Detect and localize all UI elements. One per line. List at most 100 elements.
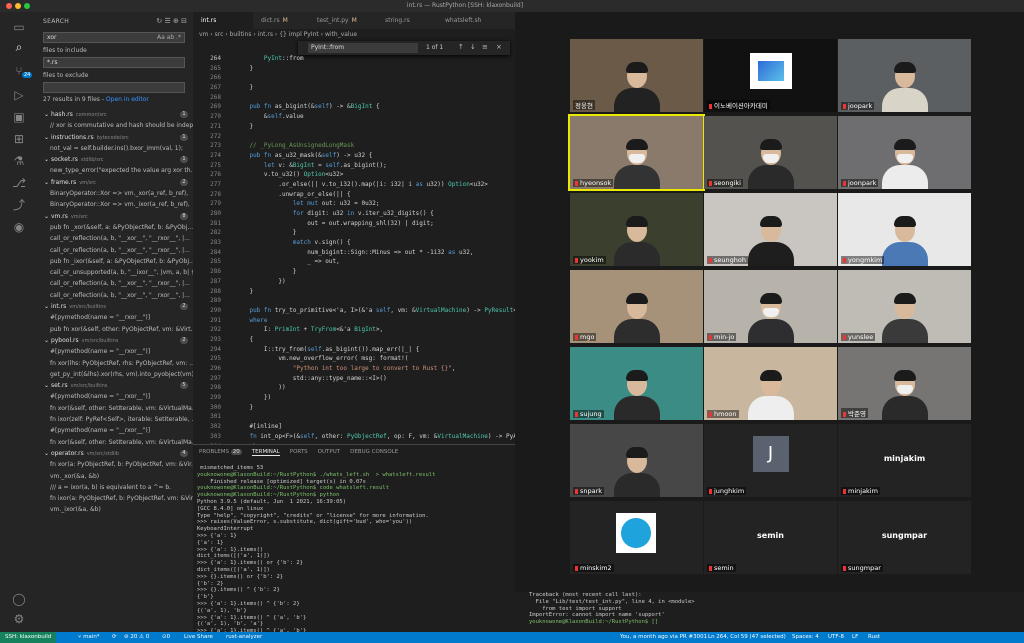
rust-analyzer-status[interactable]: rust-analyzer	[226, 632, 262, 643]
participant-tile[interactable]: joopark	[838, 39, 971, 112]
participant-tile[interactable]: hyeonsok	[568, 114, 705, 191]
participant-tile[interactable]: 정웅현	[570, 39, 703, 112]
result-file[interactable]: ⌄ int.rs vm/src/builtins 2	[38, 301, 193, 312]
participant-tile[interactable]: sungmpar sungmpar	[838, 501, 971, 574]
close-find-icon[interactable]: ×	[496, 43, 502, 51]
result-match[interactable]: call_or_reflection(a, b, "__xor__", "__r…	[38, 290, 193, 301]
settings-gear-icon[interactable]: ⚙	[12, 612, 26, 626]
result-match[interactable]: BinaryOperator::Xor => vm._xor(a_ref, b_…	[38, 188, 193, 199]
result-match[interactable]: fn ixor(zelf: PyRef<Self>, iterable: Set…	[38, 414, 193, 425]
files-to-include-input[interactable]: *.rs	[43, 57, 185, 68]
editor-tab[interactable]: string.rs	[377, 12, 437, 29]
terminal-output[interactable]: mismatched_items 53 youknowone@KlaxonBuil…	[193, 465, 515, 632]
remote-explorer-icon[interactable]: ▣	[12, 110, 26, 124]
line-ending[interactable]: LF	[852, 632, 858, 643]
participant-tile[interactable]: snpark	[570, 424, 703, 497]
next-match-icon[interactable]: ↓	[470, 43, 476, 51]
result-file[interactable]: ⌄ pybool.rs vm/src/builtins 2	[38, 335, 193, 346]
search-icon[interactable]: ⌕	[12, 40, 26, 54]
code-view[interactable]: 264 PyInt::from 265 } 266 267 } 268 269 pub …	[193, 54, 515, 444]
participant-tile[interactable]: min-jo	[704, 270, 837, 343]
result-file[interactable]: ⌄ socket.rs stdlib/src 1	[38, 154, 193, 165]
live-share-icon[interactable]: ⤴	[12, 198, 26, 212]
editor-tab[interactable]: whatsleft.sh	[437, 12, 515, 29]
participant-tile[interactable]: minjakim minjakim	[838, 424, 971, 497]
result-match[interactable]: new_type_error("expected the value arg x…	[38, 165, 193, 176]
participant-tile[interactable]: minskim2	[570, 501, 703, 574]
participant-tile[interactable]: semin semin	[704, 501, 837, 574]
refresh-icon[interactable]: ↻	[156, 17, 162, 25]
participant-tile[interactable]: joonpark	[838, 116, 971, 189]
previous-match-icon[interactable]: ↑	[458, 43, 464, 51]
result-match[interactable]: vm._ixor(&a, &b)	[38, 504, 193, 515]
result-match[interactable]: #[pymethod(name = "__rxor__")]	[38, 425, 193, 436]
participant-tile[interactable]: yunslee	[838, 270, 971, 343]
result-file[interactable]: ⌄ instructions.rs bytecode/src 1	[38, 132, 193, 143]
git-blame[interactable]: You, a month ago via PR #3001	[620, 632, 707, 643]
find-input[interactable]: PyInt::from	[308, 43, 418, 53]
result-match[interactable]: not_val = self.builder.ins().bxor_imm(va…	[38, 143, 193, 154]
result-match[interactable]: pub fn _ixor(&self, a: &PyObjectRef, b: …	[38, 256, 193, 267]
result-match[interactable]: call_or_reflection(a, b, "__xor__", "__r…	[38, 245, 193, 256]
result-match[interactable]: fn xor(&self, other: SetIterable, vm: &V…	[38, 437, 193, 448]
github-icon[interactable]: ◉	[12, 220, 26, 234]
result-match[interactable]: fn xor(a: PyObjectRef, b: PyObjectRef, v…	[38, 459, 193, 470]
result-file[interactable]: ⌄ frame.rs vm/src 2	[38, 177, 193, 188]
explorer-icon[interactable]: ▭	[12, 20, 26, 34]
participant-tile[interactable]: yongmkim	[838, 193, 971, 266]
participant-tile[interactable]: yookim	[570, 193, 703, 266]
indentation[interactable]: Spaces: 4	[792, 632, 819, 643]
participant-tile[interactable]: Jjunghkim	[704, 424, 837, 497]
result-file[interactable]: ⌄ hash.rs common/src 1	[38, 109, 193, 120]
editor-tab[interactable]: dict.rs M	[253, 12, 309, 29]
run-debug-icon[interactable]: ▷	[12, 88, 26, 102]
secondary-terminal[interactable]: Traceback (most recent call last): File …	[515, 592, 1024, 632]
git-graph-icon[interactable]: ⎇	[12, 176, 26, 190]
editor-tab[interactable]: int.rs	[193, 12, 253, 29]
ports-indicator[interactable]: ⊙0	[162, 632, 170, 643]
participant-tile[interactable]: seongiki	[704, 116, 837, 189]
participant-tile[interactable]: 이노베이션아카데미	[704, 39, 837, 112]
panel-tab-debug-console[interactable]: DEBUG CONSOLE	[350, 449, 398, 455]
result-file[interactable]: ⌄ vm.rs vm/src 8	[38, 211, 193, 222]
new-search-editor-icon[interactable]: ⊕	[173, 17, 179, 25]
result-match[interactable]: fn xor(lhs: PyObjectRef, rhs: PyObjectRe…	[38, 358, 193, 369]
encoding[interactable]: UTF-8	[828, 632, 844, 643]
result-match[interactable]: call_or_reflection(a, b, "__xor__", "__r…	[38, 233, 193, 244]
result-match[interactable]: fn ixor(a: PyObjectRef, b: PyObjectRef, …	[38, 493, 193, 504]
collapse-all-icon[interactable]: ⊟	[181, 17, 187, 25]
problems-indicator[interactable]: ⊘ 20 ⚠ 0	[124, 632, 149, 643]
result-match[interactable]: #[pymethod(name = "__rxor__")]	[38, 391, 193, 402]
result-match[interactable]: call_or_unsupported(a, b, "__ixor__", |v…	[38, 267, 193, 278]
participant-tile[interactable]: hmoon	[704, 347, 837, 420]
remote-indicator[interactable]: SSH: klaxonbuild	[0, 632, 57, 643]
panel-tab-output[interactable]: OUTPUT	[318, 449, 340, 455]
sync-icon[interactable]: ⟳	[112, 632, 117, 643]
editor-tab[interactable]: test_int.py M	[309, 12, 377, 29]
result-match[interactable]: fn xor(&self, other: SetIterable, vm: &V…	[38, 403, 193, 414]
search-input[interactable]: xor Aa ab .*	[43, 32, 185, 43]
participant-tile[interactable]: seunghoh	[704, 193, 837, 266]
panel-tab-terminal[interactable]: TERMINAL	[251, 449, 280, 456]
result-match[interactable]: // xor is commutative and hash should be…	[38, 120, 193, 131]
participant-tile[interactable]: sujung	[570, 347, 703, 420]
result-match[interactable]: get_py_int(&lhs).xor(rhs, vm).into_pyobj…	[38, 369, 193, 380]
result-match[interactable]: BinaryOperator::Xor => vm._ixor(a_ref, b…	[38, 199, 193, 210]
find-in-selection-icon[interactable]: ≡	[482, 43, 488, 51]
cursor-position[interactable]: Ln 264, Col 59 (47 selected)	[708, 632, 786, 643]
branch-indicator[interactable]: ⑂ main*	[78, 632, 100, 643]
result-match[interactable]: #[pymethod(name = "__rxor__")]	[38, 312, 193, 323]
files-to-exclude-input[interactable]	[43, 82, 185, 93]
result-match[interactable]: call_or_reflection(a, b, "__xor__", "__r…	[38, 278, 193, 289]
panel-tab-ports[interactable]: PORTS	[290, 449, 308, 455]
open-in-editor-link[interactable]: Open in editor	[106, 96, 149, 103]
extensions-icon[interactable]: ⊞	[12, 132, 26, 146]
accounts-icon[interactable]: ◯	[12, 592, 26, 606]
result-match[interactable]: /// a = ixor(a, b) is equivalent to a ^=…	[38, 482, 193, 493]
result-file[interactable]: ⌄ operator.rs vm/src/stdlib 4	[38, 448, 193, 459]
clear-results-icon[interactable]: ☰	[165, 17, 171, 25]
result-file[interactable]: ⌄ set.rs vm/src/builtins 5	[38, 380, 193, 391]
panel-tab-problems[interactable]: PROBLEMS 20	[199, 449, 242, 455]
live-share-button[interactable]: Live Share	[184, 632, 213, 643]
testing-icon[interactable]: ⚗	[12, 154, 26, 168]
